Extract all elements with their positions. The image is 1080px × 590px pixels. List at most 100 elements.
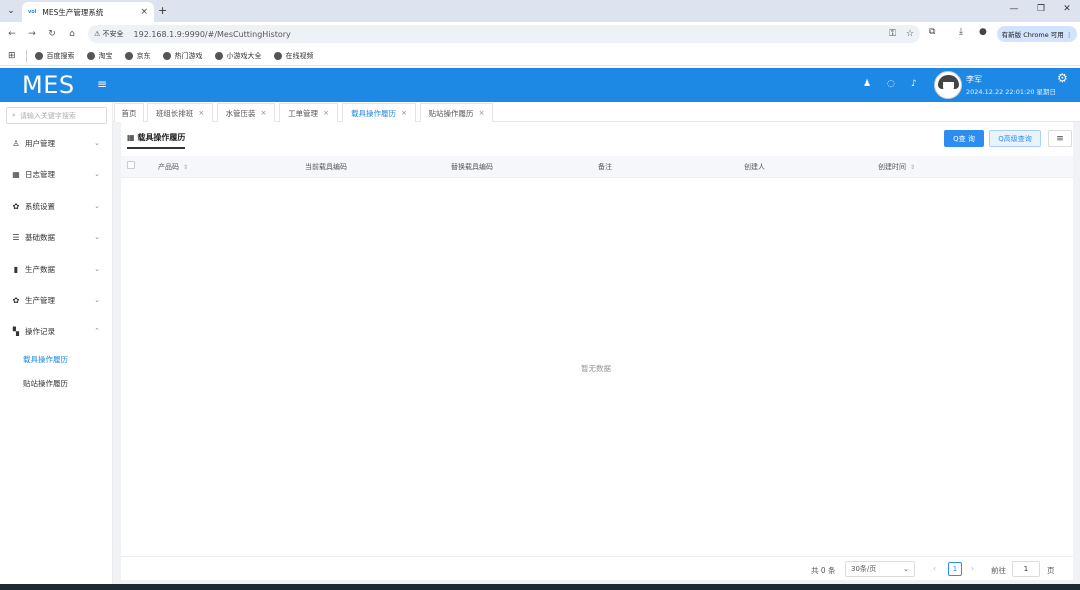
sidebar-item-system-settings[interactable]: ✿ 系统设置 ⌄	[0, 196, 112, 216]
back-icon[interactable]: ←	[2, 29, 22, 39]
calendar-icon: ▦	[12, 169, 20, 179]
minimize-icon[interactable]: —	[1006, 4, 1022, 14]
chevron-down-icon: ⌄	[94, 233, 100, 241]
home-icon[interactable]: ⌂	[62, 29, 82, 39]
globe-icon	[34, 51, 43, 60]
table-header: 产品码 ⇕ 当前载具编码 替换载具编码 备注 创建人 创建时间 ⇕	[121, 156, 1073, 178]
page-tabs: 首页 班组长排班 × 水管压装 × 工单管理 × 载具操作履历 × 贴站操作履历 ×	[113, 102, 1080, 122]
close-tab-icon[interactable]: ×	[140, 7, 148, 17]
select-all-checkbox[interactable]	[127, 161, 135, 169]
profile-icon[interactable]: ●	[979, 27, 987, 37]
close-icon[interactable]: ×	[198, 109, 204, 117]
menu-toggle-icon[interactable]: ≡	[97, 77, 107, 91]
user-icon[interactable]: ♟	[863, 79, 871, 89]
empty-state-text: 暂无数据	[581, 364, 611, 373]
chevron-down-icon: ⌄	[94, 296, 100, 304]
power-icon[interactable]: ◌	[887, 79, 895, 89]
goto-page-input[interactable]: 1	[1012, 561, 1040, 577]
column-header-current-carrier: 当前载具编码	[305, 163, 347, 171]
restore-icon[interactable]: ❐	[1033, 4, 1049, 14]
sidebar-item-user-management[interactable]: ♙ 用户管理 ⌄	[0, 133, 112, 153]
column-header-product-code[interactable]: 产品码 ⇕	[158, 156, 188, 178]
new-tab-button[interactable]: +	[158, 4, 167, 18]
security-indicator[interactable]: ⚠ 不安全	[94, 29, 124, 39]
sort-icon[interactable]: ⇕	[910, 164, 915, 171]
sidebar-item-production-management[interactable]: ✿ 生产管理 ⌄	[0, 290, 112, 310]
page-title: ▦ 载具操作履历	[127, 132, 186, 149]
favicon-icon: vol	[28, 9, 37, 15]
bookmark-item[interactable]: 在线视频	[273, 51, 314, 61]
address-bar-row: ← → ↻ ⌂ ⚠ 不安全 192.168.1.9:9990/#/MesCutt…	[0, 22, 1080, 46]
globe-icon	[214, 51, 223, 60]
sidebar-item-production-data[interactable]: ▮ 生产数据 ⌄	[0, 259, 112, 279]
extensions-icon[interactable]: ⧉	[929, 27, 935, 37]
apps-grid-icon[interactable]: ⊞	[8, 51, 16, 61]
globe-icon	[273, 51, 282, 60]
column-header-create-time[interactable]: 创建时间 ⇕	[878, 156, 915, 178]
sidebar-search[interactable]: ⌕	[6, 107, 107, 124]
chevron-down-icon: ⌄	[94, 202, 100, 210]
chevron-down-icon: ⌄	[903, 565, 909, 573]
close-icon[interactable]: ×	[323, 109, 329, 117]
bookmarks-bar: ⊞ 百度搜索 淘宝 京东 热门游戏 小游戏大全 在线视频	[0, 46, 1080, 66]
browser-tab-title: MES生产管理系统	[42, 7, 104, 17]
bookmark-item[interactable]: 热门游戏	[162, 51, 203, 61]
sidebar-item-basic-data[interactable]: ☰ 基础数据 ⌄	[0, 227, 112, 247]
omnibox[interactable]: ⚠ 不安全 192.168.1.9:9990/#/MesCuttingHisto…	[88, 25, 920, 43]
close-icon[interactable]: ×	[261, 109, 267, 117]
bookmark-item[interactable]: 京东	[124, 51, 151, 61]
app-header: MES ≡ ♟ ◌ ♪	[0, 68, 1080, 102]
tab-pipe-press[interactable]: 水管压装 ×	[217, 103, 275, 122]
settings-icon: ✿	[12, 201, 20, 211]
bookmark-item[interactable]: 百度搜索	[34, 51, 75, 61]
grid-icon: ▚	[12, 326, 20, 336]
list-icon: ▦	[127, 133, 138, 142]
forward-icon[interactable]: →	[22, 29, 42, 39]
bell-icon[interactable]: ♪	[911, 79, 917, 89]
tab-team-schedule[interactable]: 班组长排班 ×	[147, 103, 213, 122]
sidebar: ⌕ ♙ 用户管理 ⌄ ▦ 日志管理 ⌄ ✿ 系统设置 ⌄ ☰ 基础数据 ⌄ ▮ …	[0, 102, 113, 584]
globe-icon	[162, 51, 171, 60]
advanced-search-button[interactable]: Q高级查询	[989, 130, 1041, 147]
tab-search-icon[interactable]: ⌄	[4, 4, 18, 18]
globe-icon	[124, 51, 133, 60]
browser-tab-strip: ⌄ vol MES生产管理系统 × + — ❐ ✕	[0, 0, 1080, 22]
next-page-icon[interactable]: ›	[971, 564, 974, 573]
close-icon[interactable]: ×	[401, 109, 407, 117]
browser-tab[interactable]: vol MES生产管理系统 ×	[22, 2, 154, 22]
reload-icon[interactable]: ↻	[42, 29, 62, 39]
tab-station-history[interactable]: 贴站操作履历 ×	[420, 103, 493, 122]
page-size-select[interactable]: 30条/页 ⌄	[845, 561, 915, 577]
key-icon[interactable]: ⚿	[889, 29, 896, 39]
sidebar-subitem-carrier-history[interactable]: 载具操作履历	[23, 354, 68, 365]
star-icon[interactable]: ☆	[906, 29, 914, 39]
chevron-down-icon: ⌄	[94, 139, 100, 147]
sidebar-item-operation-records[interactable]: ▚ 操作记录 ⌃	[0, 321, 112, 341]
bookmark-item[interactable]: 淘宝	[86, 51, 113, 61]
sidebar-item-log-management[interactable]: ▦ 日志管理 ⌄	[0, 164, 112, 184]
search-icon: ⌕	[12, 111, 16, 119]
close-window-icon[interactable]: ✕	[1059, 4, 1075, 14]
chevron-down-icon: ⌄	[94, 170, 100, 178]
sidebar-search-input[interactable]	[19, 111, 100, 120]
total-count: 共 0 条	[811, 566, 836, 575]
more-menu-icon[interactable]: ≡	[1048, 130, 1072, 147]
page-number[interactable]: 1	[948, 562, 962, 576]
sidebar-subitem-station-history[interactable]: 贴站操作履历	[23, 378, 68, 389]
tab-carrier-history[interactable]: 载具操作履历 ×	[342, 103, 416, 122]
table-panel: ▦ 载具操作履历 Q查 询 Q高级查询 ≡ 产品码 ⇕ 当前载具编码 替换载具编码…	[121, 122, 1073, 580]
tab-home[interactable]: 首页	[114, 103, 144, 122]
prev-page-icon[interactable]: ‹	[933, 564, 936, 573]
close-icon[interactable]: ×	[479, 109, 485, 117]
app-logo: MES	[22, 71, 75, 99]
chrome-update-button[interactable]: 有新版 Chrome 可用 ⋮	[997, 26, 1077, 42]
column-header-replace-carrier: 替换载具编码	[451, 163, 493, 171]
sort-icon[interactable]: ⇕	[183, 164, 188, 171]
url-text[interactable]: 192.168.1.9:9990/#/MesCuttingHistory	[134, 30, 880, 39]
avatar[interactable]	[934, 71, 962, 99]
download-icon[interactable]: ⤓	[959, 27, 963, 37]
tab-work-order[interactable]: 工单管理 ×	[279, 103, 338, 122]
search-button[interactable]: Q查 询	[944, 130, 984, 147]
bookmark-item[interactable]: 小游戏大全	[214, 51, 262, 61]
settings-gear-icon[interactable]: ⚙	[1057, 71, 1068, 85]
